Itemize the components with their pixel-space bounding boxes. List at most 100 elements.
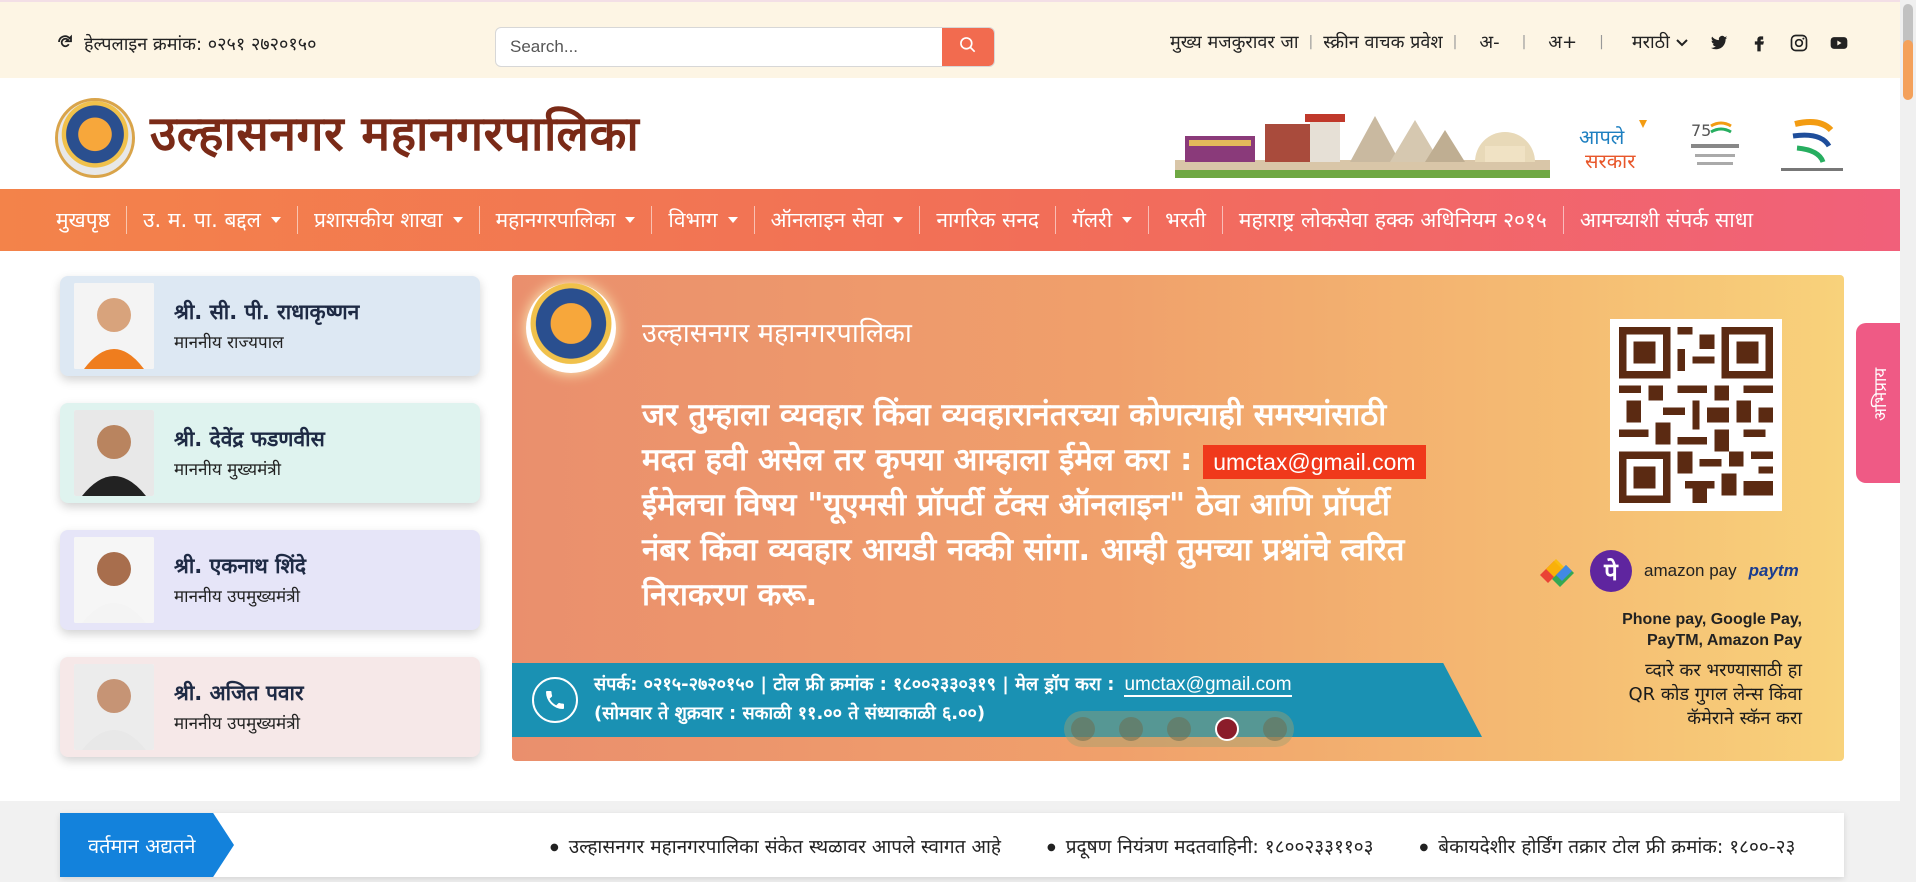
main-content: श्री. सी. पी. राधाकृष्णन माननीय राज्यपाल… — [0, 251, 1900, 801]
feedback-tab[interactable]: अभिप्राय — [1856, 323, 1904, 483]
azadi-amrit-mahotsav-logo[interactable]: 75 — [1685, 116, 1745, 176]
phone-icon — [56, 33, 74, 56]
nav-divider — [1055, 206, 1057, 234]
leader-role: माननीय मुख्यमंत्री — [174, 460, 282, 480]
carousel-dot[interactable] — [1263, 717, 1287, 741]
nav-label: विभाग — [668, 208, 718, 232]
font-increase-button[interactable]: अ+ — [1548, 30, 1577, 54]
leader-photo — [74, 537, 154, 623]
chevron-down-icon — [1676, 32, 1688, 53]
banner-org-name: उल्हासनगर महानगरपालिका — [642, 318, 912, 349]
nav-departments[interactable]: विभाग — [668, 206, 738, 234]
leader-card: श्री. एकनाथ शिंदे माननीय उपमुख्यमंत्री — [60, 530, 480, 630]
swatantryacha-amrit-mahotsav-logo[interactable] — [1775, 116, 1850, 176]
instagram-icon[interactable] — [1786, 32, 1812, 54]
leader-photo — [74, 283, 154, 369]
payment-names-line: PayTM, Amazon Pay — [1646, 632, 1802, 649]
ticker-label: वर्तमान अद्यतने — [60, 813, 234, 877]
nav-label: आमच्याशी संपर्क साधा — [1579, 208, 1754, 232]
nav-rts-act[interactable]: महाराष्ट्र लोकसेवा हक्क अधिनियम २०१५ — [1239, 206, 1547, 234]
divider: | — [1599, 34, 1604, 50]
updates-section: वर्तमान अद्यतने उल्हासनगर महानगरपालिका स… — [0, 801, 1900, 882]
aaple-sarkar-logo[interactable]: आपले सरकार — [1575, 116, 1665, 176]
leader-role: माननीय राज्यपाल — [174, 333, 284, 353]
screen-reader-link[interactable]: स्क्रीन वाचक प्रवेश — [1323, 30, 1442, 54]
nav-label: गॅलरी — [1072, 208, 1113, 232]
hero-carousel-slide[interactable]: उल्हासनगर महानगरपालिका जर तुम्हाला व्यवह… — [512, 275, 1844, 761]
ticker-item[interactable]: उल्हासनगर महानगरपालिका संकेत स्थळावर आपल… — [550, 833, 1001, 859]
news-ticker: वर्तमान अद्यतने उल्हासनगर महानगरपालिका स… — [60, 813, 1844, 877]
payment-qr-code — [1610, 319, 1782, 511]
search-box — [495, 27, 995, 67]
qr-instructions-line: व्दारे कर भरण्यासाठी हा — [1645, 660, 1802, 681]
leader-role: माननीय उपमुख्यमंत्री — [174, 587, 301, 607]
banner-contact-email: umctax@gmail.com — [1124, 674, 1292, 697]
nav-contact[interactable]: आमच्याशी संपर्क साधा — [1580, 206, 1753, 234]
caret-down-icon — [452, 217, 463, 223]
banner-line: ईमेलचा विषय "यूएमसी प्रॉपर्टी टॅक्स ऑनला… — [642, 487, 1390, 523]
payment-names: Phone pay, Google Pay, PayTM, Amazon Pay — [1572, 609, 1802, 651]
leader-name: श्री. देवेंद्र फडणवीस — [174, 427, 325, 451]
leader-card: श्री. अजित पवार माननीय उपमुख्यमंत्री — [60, 657, 480, 757]
nav-divider — [919, 206, 921, 234]
font-decrease-button[interactable]: अ- — [1479, 30, 1499, 54]
caret-down-icon — [727, 217, 738, 223]
search-input[interactable] — [496, 28, 944, 66]
banner-contact-strip: संपर्क: ०२१५-२७२०१५० | टोल फ्री क्रमांक … — [512, 663, 1482, 737]
leader-photo — [74, 664, 154, 750]
nav-divider — [478, 206, 480, 234]
skip-to-content-link[interactable]: मुख्य मजकुरावर जा — [1170, 30, 1299, 54]
ticker-items: उल्हासनगर महानगरपालिका संकेत स्थळावर आपल… — [550, 833, 1796, 859]
feedback-label: अभिप्राय — [1871, 367, 1891, 421]
nav-online-services[interactable]: ऑनलाइन सेवा — [771, 206, 904, 234]
google-pay-icon — [1536, 553, 1578, 589]
nav-divider — [1221, 206, 1223, 234]
nav-home[interactable]: मुखपृष्ठ — [56, 206, 110, 234]
nav-divider — [126, 206, 128, 234]
nav-label: नागरिक सनद — [936, 208, 1040, 232]
leader-card: श्री. देवेंद्र फडणवीस माननीय मुख्यमंत्री — [60, 403, 480, 503]
utility-links: मुख्य मजकुरावर जा | स्क्रीन वाचक प्रवेश … — [1170, 30, 1688, 54]
nav-about[interactable]: उ. म. पा. बद्दल — [143, 206, 281, 234]
banner-line: नंबर किंवा व्यवहार आयडी नक्की सांगा. आम्… — [642, 532, 1405, 568]
page-scrollbar[interactable] — [1900, 0, 1916, 882]
nav-admin-branch[interactable]: प्रशासकीय शाखा — [314, 206, 463, 234]
ticker-item[interactable]: प्रदूषण नियंत्रण मदतवाहिनी: १८००२३३११०३ — [1047, 833, 1374, 859]
nav-divider — [753, 206, 755, 234]
facebook-icon[interactable] — [1746, 32, 1772, 54]
banner-contact-line: संपर्क: ०२१५-२७२०१५० | टोल फ्री क्रमांक … — [594, 672, 1292, 697]
site-header: उल्हासनगर महानगरपालिका आपले सरकार 75 — [0, 78, 1900, 189]
leader-name: श्री. अजित पवार — [174, 681, 304, 705]
corporation-logo[interactable] — [55, 98, 135, 178]
svg-text:75: 75 — [1691, 121, 1711, 140]
nav-citizen-charter[interactable]: नागरिक सनद — [936, 206, 1039, 234]
leader-card: श्री. सी. पी. राधाकृष्णन माननीय राज्यपाल — [60, 276, 480, 376]
corporation-logo — [526, 283, 616, 373]
banner-hours: (सोमवार ते शुक्रवार : सकाळी ११.०० ते संध… — [594, 703, 986, 724]
carousel-dot[interactable] — [1071, 717, 1095, 741]
social-links — [1706, 32, 1852, 54]
search-button[interactable] — [942, 28, 994, 66]
leader-name: श्री. सी. पी. राधाकृष्णन — [174, 300, 360, 324]
carousel-indicators — [1064, 711, 1294, 747]
language-select[interactable]: मराठी — [1632, 30, 1688, 54]
nav-recruitment[interactable]: भरती — [1165, 206, 1206, 234]
carousel-dot[interactable] — [1119, 717, 1143, 741]
ticker-item[interactable]: बेकायदेशीर होर्डिंग तक्रार टोल फ्री क्रम… — [1420, 833, 1795, 859]
caret-down-icon — [893, 217, 904, 223]
payment-methods: पे amazon pay paytm — [1536, 550, 1799, 592]
helpline: हेल्पलाइन क्रमांक: ०२५१ २७२०१५० — [56, 32, 316, 56]
phonepe-icon: पे — [1590, 550, 1632, 592]
page: हेल्पलाइन क्रमांक: ०२५१ २७२०१५० मुख्य मज… — [0, 0, 1916, 882]
carousel-dot[interactable] — [1167, 717, 1191, 741]
nav-divider — [651, 206, 653, 234]
divider: | — [1452, 34, 1458, 50]
nav-corporation[interactable]: महानगरपालिका — [496, 206, 636, 234]
nav-divider — [1148, 206, 1150, 234]
svg-text:सरकार: सरकार — [1585, 149, 1636, 173]
youtube-icon[interactable] — [1826, 32, 1852, 54]
nav-gallery[interactable]: गॅलरी — [1072, 206, 1133, 234]
scroll-progress-indicator — [1903, 40, 1913, 100]
twitter-icon[interactable] — [1706, 32, 1732, 54]
carousel-dot-active[interactable] — [1215, 717, 1239, 741]
